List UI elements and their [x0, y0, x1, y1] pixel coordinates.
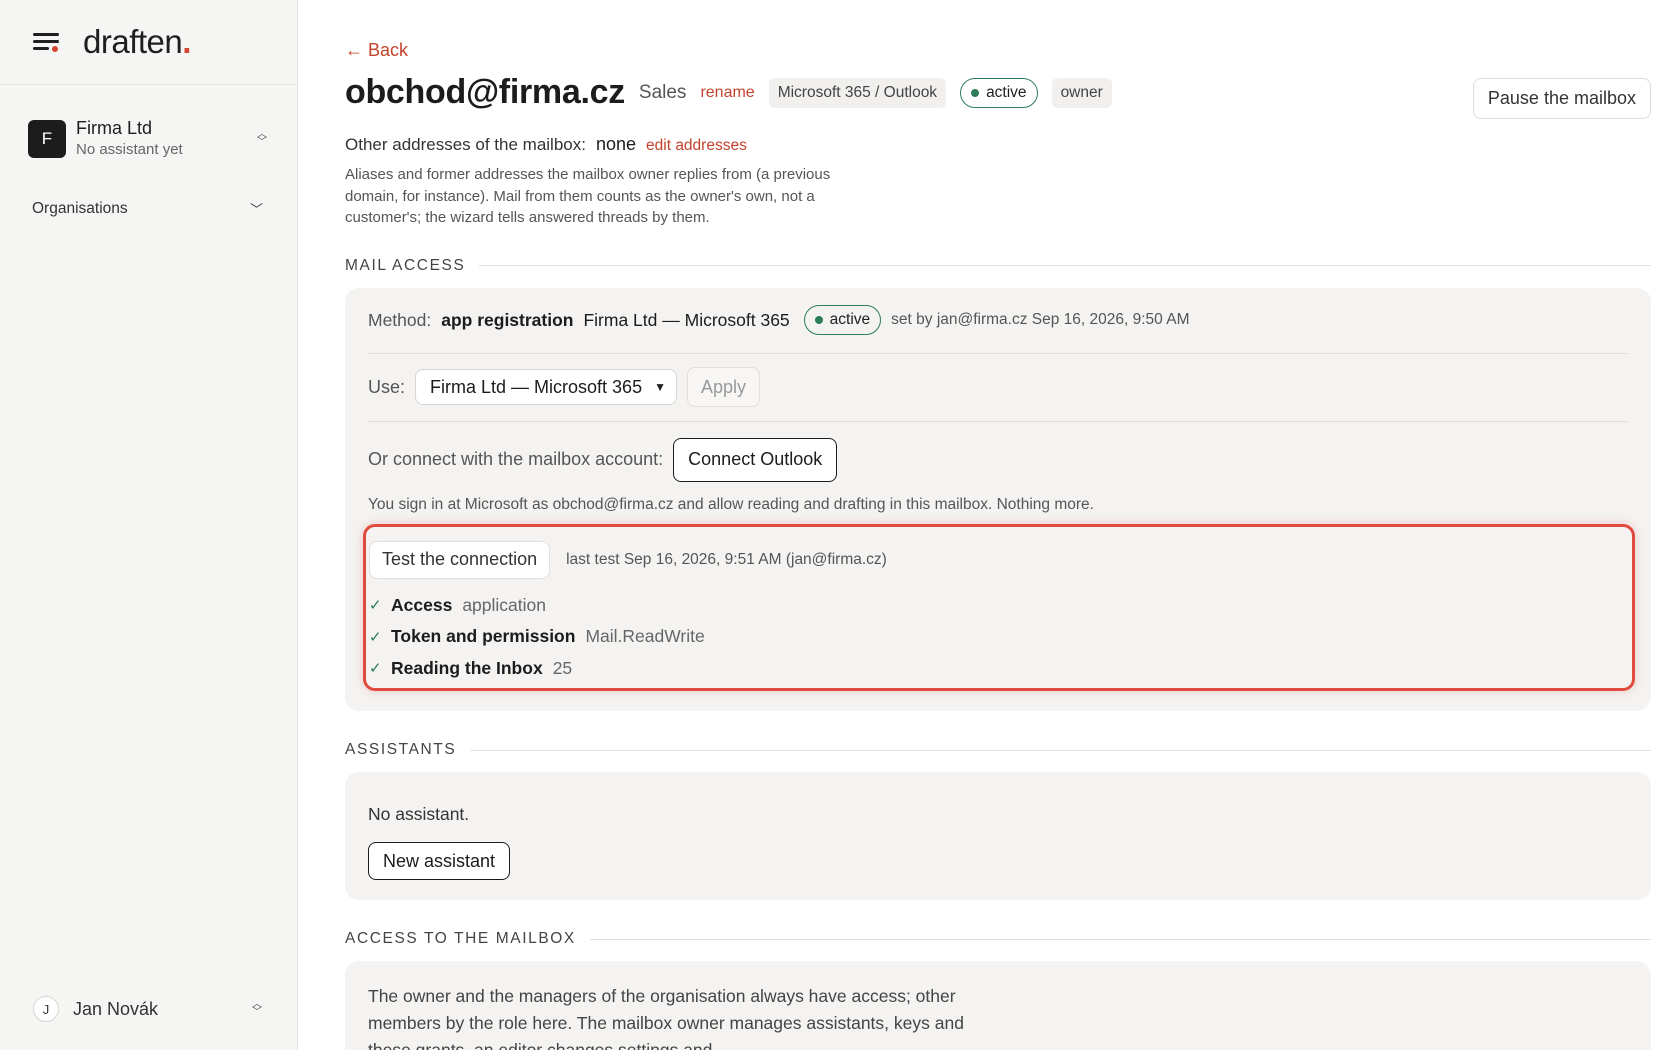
user-menu[interactable]: J Jan Novák ︿ ﹀: [33, 996, 264, 1022]
access-card: The owner and the managers of the organi…: [345, 961, 1651, 1050]
page-title: obchod@firma.cz: [345, 73, 625, 111]
chevron-down-icon: ▼: [654, 380, 666, 394]
last-test-text: last test Sep 16, 2026, 9:51 AM (jan@fir…: [566, 550, 887, 568]
set-by-text: set by jan@firma.cz Sep 16, 2026, 9:50 A…: [891, 311, 1190, 328]
user-avatar: J: [33, 996, 59, 1022]
divider: [479, 265, 1651, 266]
connect-outlook-button[interactable]: Connect Outlook: [673, 437, 838, 482]
mail-access-header: MAIL ACCESS: [345, 257, 1680, 275]
chevron-up-down-icon: ︿ ﹀: [257, 129, 267, 148]
check-item: ✓ Reading the Inbox 25: [369, 653, 1632, 685]
organisations-toggle[interactable]: Organisations ﹀: [0, 199, 297, 218]
check-name: Access: [391, 594, 453, 615]
status-dot-icon: [971, 88, 980, 97]
new-assistant-button[interactable]: New assistant: [368, 842, 511, 880]
connection-test-panel: Test the connection last test Sep 16, 20…: [363, 523, 1635, 691]
check-icon: ✓: [369, 660, 382, 678]
user-name: Jan Novák: [73, 998, 159, 1019]
check-list: ✓ Access application ✓ Token and permiss…: [369, 590, 1632, 685]
org-switcher[interactable]: F Firma Ltd No assistant yet ︿ ﹀: [0, 117, 297, 161]
back-link[interactable]: ← Back: [345, 40, 408, 61]
check-item: ✓ Access application: [369, 590, 1632, 622]
connect-row: Or connect with the mailbox account: Con…: [368, 437, 1628, 482]
menu-icon[interactable]: [33, 31, 59, 53]
assistants-card: No assistant. New assistant: [345, 772, 1651, 900]
main-content: ← Back obchod@firma.cz Sales rename Micr…: [298, 0, 1680, 1050]
org-name: Firma Ltd: [76, 118, 153, 138]
organisations-label: Organisations: [32, 199, 128, 217]
other-addresses-row: Other addresses of the mailbox: none edi…: [345, 134, 1680, 155]
status-dot-icon: [814, 316, 823, 324]
check-item: ✓ Token and permission Mail.ReadWrite: [369, 621, 1632, 653]
check-value: application: [462, 594, 546, 615]
brand-logo: draften.: [83, 23, 191, 60]
sidebar-header: draften.: [0, 0, 297, 85]
sign-in-note: You sign in at Microsoft as obchod@firma…: [368, 495, 1094, 513]
divider: [470, 749, 1651, 751]
use-row: Use: Firma Ltd — Microsoft 365 ▼ Apply: [368, 354, 1628, 422]
test-connection-button[interactable]: Test the connection: [369, 540, 551, 579]
other-addresses-description: Aliases and former addresses the mailbox…: [345, 166, 831, 226]
pause-mailbox-button[interactable]: Pause the mailbox: [1472, 78, 1651, 119]
team-label: Sales: [638, 81, 687, 103]
status-badge: active: [960, 77, 1038, 108]
apply-button[interactable]: Apply: [686, 367, 760, 407]
access-header: ACCESS TO THE MAILBOX: [345, 930, 1680, 948]
section-title: ASSISTANTS: [345, 741, 457, 758]
check-name: Reading the Inbox: [391, 657, 543, 678]
other-addresses-value: none: [595, 134, 637, 154]
check-icon: ✓: [369, 628, 382, 646]
chevron-up-down-icon: ︿ ﹀: [252, 999, 262, 1018]
role-chip: owner: [1051, 77, 1112, 108]
method-status-badge: active: [803, 305, 882, 335]
chevron-down-icon: ﹀: [249, 202, 263, 217]
check-icon: ✓: [369, 597, 382, 615]
access-description: The owner and the managers of the organi…: [368, 986, 964, 1050]
org-subtitle: No assistant yet: [76, 141, 183, 158]
app: draften. F Firma Ltd No assistant yet ︿ ﹀…: [0, 0, 1680, 1050]
section-title: MAIL ACCESS: [345, 256, 466, 274]
edit-addresses-link[interactable]: edit addresses: [646, 137, 747, 155]
method-row: Method: app registration Firma Ltd — Mic…: [368, 288, 1628, 354]
divider: [589, 938, 1651, 940]
sidebar: draften. F Firma Ltd No assistant yet ︿ ﹀…: [0, 0, 298, 1050]
app-registration-select[interactable]: Firma Ltd — Microsoft 365 ▼: [415, 369, 677, 405]
check-name: Token and permission: [391, 626, 576, 647]
method-app: Firma Ltd — Microsoft 365: [583, 309, 790, 330]
check-value: 25: [552, 657, 573, 678]
connect-label: Or connect with the mailbox account:: [368, 449, 664, 469]
method-value: app registration: [441, 309, 574, 330]
no-assistant-text: No assistant.: [368, 804, 470, 824]
rename-link[interactable]: rename: [700, 84, 754, 102]
check-value: Mail.ReadWrite: [585, 626, 705, 647]
mail-access-card: Method: app registration Firma Ltd — Mic…: [345, 287, 1651, 711]
section-title: ACCESS TO THE MAILBOX: [345, 930, 576, 947]
assistants-header: ASSISTANTS: [345, 741, 1680, 759]
other-addresses-label: Other addresses of the mailbox:: [345, 135, 586, 154]
org-avatar: F: [28, 120, 66, 158]
use-label: Use:: [368, 376, 406, 397]
method-label: Method:: [368, 309, 432, 330]
provider-chip: Microsoft 365 / Outlook: [768, 77, 947, 108]
